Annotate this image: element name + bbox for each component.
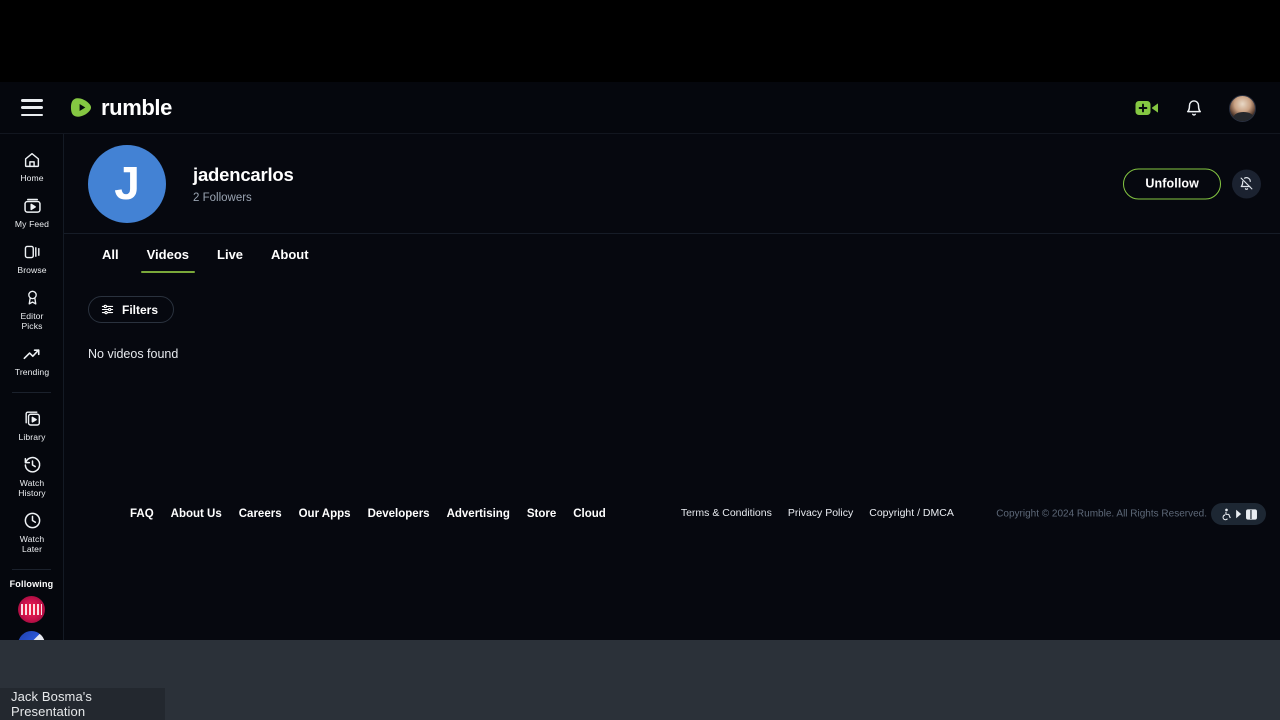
filters-label: Filters	[122, 303, 158, 317]
award-icon	[24, 288, 41, 307]
following-avatar-1[interactable]	[18, 596, 45, 623]
browser-content: rumble	[0, 82, 1280, 640]
sidebar-label: My Feed	[15, 219, 49, 229]
footer-link-about-us[interactable]: About Us	[171, 508, 222, 520]
tab-all[interactable]: All	[88, 241, 133, 273]
channel-avatar-initial: J	[114, 160, 140, 206]
footer-link-privacy[interactable]: Privacy Policy	[788, 507, 853, 519]
profile-actions: Unfollow	[1123, 168, 1261, 199]
sidebar-divider	[12, 569, 51, 570]
sliders-icon	[101, 303, 114, 316]
main-content: J jadencarlos 2 Followers Unfollow	[64, 134, 1280, 640]
tab-live[interactable]: Live	[203, 241, 257, 273]
profile-tabs: All Videos Live About	[64, 241, 1280, 285]
hamburger-menu-icon[interactable]	[21, 99, 43, 116]
taskbar-window-item[interactable]: Jack Bosma's Presentation	[0, 688, 165, 720]
footer-copyright: Copyright © 2024 Rumble. All Rights Rese…	[996, 509, 1207, 520]
clock-icon	[23, 511, 42, 530]
site-footer: FAQ About Us Careers Our Apps Developers…	[64, 489, 1280, 539]
sidebar-item-watch-history[interactable]: Watch History	[0, 448, 64, 504]
footer-link-our-apps[interactable]: Our Apps	[299, 508, 351, 520]
history-icon	[23, 455, 42, 474]
footer-link-careers[interactable]: Careers	[239, 508, 282, 520]
sidebar-label: Watch History	[18, 478, 45, 498]
footer-link-advertising[interactable]: Advertising	[447, 508, 510, 520]
sidebar-label: Browse	[17, 265, 46, 275]
sidebar-label: Watch Later	[20, 534, 45, 554]
sidebar-label: Trending	[15, 367, 49, 377]
empty-state-message: No videos found	[64, 323, 1280, 361]
footer-link-cloud[interactable]: Cloud	[573, 508, 606, 520]
sidebar-item-library[interactable]: Library	[0, 402, 64, 448]
header-actions	[1135, 82, 1256, 134]
tab-videos[interactable]: Videos	[133, 241, 203, 273]
hamburger-bar	[21, 106, 43, 109]
footer-link-faq[interactable]: FAQ	[130, 508, 154, 520]
hamburger-bar	[21, 114, 43, 117]
sidebar-label: Library	[19, 432, 46, 442]
trending-up-icon	[22, 344, 42, 363]
notifications-button[interactable]	[1185, 98, 1203, 118]
unfollow-button[interactable]: Unfollow	[1123, 168, 1221, 199]
rumble-wordmark: rumble	[101, 95, 172, 121]
channel-avatar: J	[88, 145, 166, 223]
wheelchair-icon	[1220, 508, 1233, 521]
library-icon	[23, 409, 42, 428]
sidebar-label: Editor Picks	[20, 311, 43, 331]
tab-about[interactable]: About	[257, 241, 323, 273]
sidebar-item-browse[interactable]: Browse	[0, 235, 64, 281]
footer-link-copyright-dmca[interactable]: Copyright / DMCA	[869, 507, 954, 519]
taskbar: Jack Bosma's Presentation	[0, 640, 1280, 720]
left-sidebar: Home My Feed	[0, 134, 64, 640]
upload-video-button[interactable]	[1135, 99, 1159, 117]
filters-row: Filters	[64, 285, 1280, 323]
footer-link-store[interactable]: Store	[527, 508, 556, 520]
rumble-logo[interactable]: rumble	[70, 95, 172, 121]
following-section-label: Following	[0, 579, 63, 589]
filters-button[interactable]: Filters	[88, 296, 174, 323]
panel-icon	[1245, 508, 1258, 521]
sidebar-item-editor-picks[interactable]: Editor Picks	[0, 281, 64, 337]
sidebar-item-watch-later[interactable]: Watch Later	[0, 504, 64, 560]
video-plus-icon	[1135, 99, 1159, 117]
chevron-right-icon	[1235, 509, 1243, 519]
channel-meta: jadencarlos 2 Followers	[193, 164, 294, 204]
bell-off-icon	[1239, 176, 1254, 192]
footer-link-developers[interactable]: Developers	[368, 508, 430, 520]
sidebar-item-my-feed[interactable]: My Feed	[0, 189, 64, 235]
accessibility-widget-icon[interactable]	[1211, 503, 1266, 525]
footer-primary-links: FAQ About Us Careers Our Apps Developers…	[130, 508, 606, 520]
rumble-play-icon	[70, 96, 93, 119]
channel-name: jadencarlos	[193, 164, 294, 186]
browse-icon	[23, 242, 42, 261]
account-avatar[interactable]	[1229, 95, 1256, 122]
follower-count: 2 Followers	[193, 192, 294, 204]
desktop: rumble	[0, 0, 1280, 720]
following-avatar-2[interactable]	[18, 631, 45, 640]
hamburger-bar	[21, 99, 43, 102]
sidebar-label: Home	[20, 173, 43, 183]
sidebar-item-trending[interactable]: Trending	[0, 337, 64, 383]
top-header-bar: rumble	[0, 82, 1280, 134]
home-icon	[23, 150, 41, 169]
sidebar-item-home[interactable]: Home	[0, 143, 64, 189]
bell-icon	[1185, 98, 1203, 118]
notifications-off-button[interactable]	[1232, 169, 1261, 198]
footer-secondary-links: Terms & Conditions Privacy Policy Copyri…	[681, 507, 954, 519]
sidebar-divider	[12, 392, 51, 393]
feed-icon	[23, 196, 42, 215]
channel-profile-header: J jadencarlos 2 Followers Unfollow	[64, 134, 1280, 234]
footer-link-terms[interactable]: Terms & Conditions	[681, 507, 772, 519]
